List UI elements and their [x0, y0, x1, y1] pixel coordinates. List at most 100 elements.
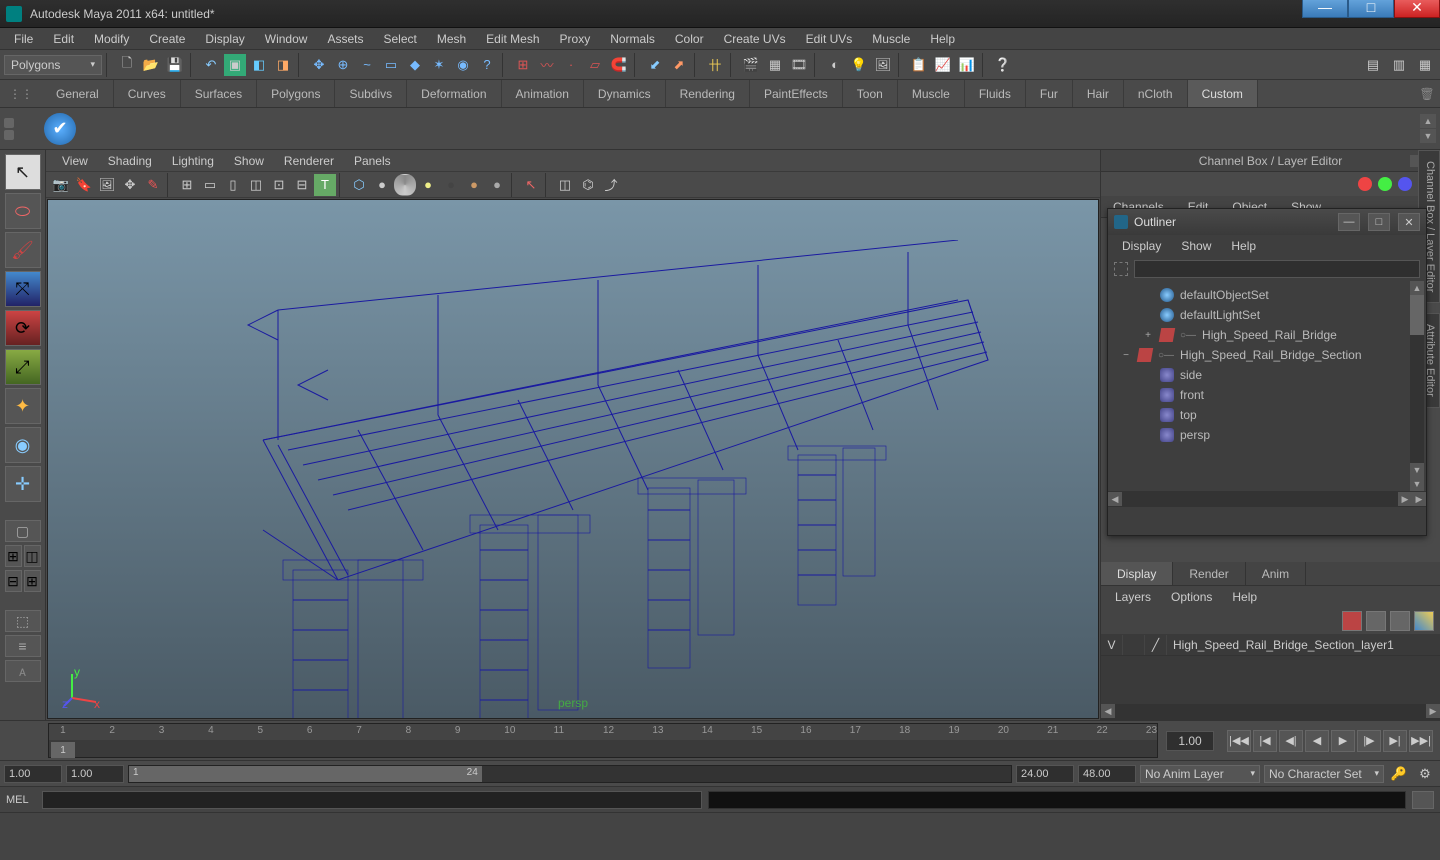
show-attr-editor-icon[interactable]: ▤ — [1362, 54, 1384, 76]
hscroll-left-icon[interactable]: ◀ — [1108, 492, 1122, 506]
snap-point-icon[interactable]: · — [560, 54, 582, 76]
search-filter-icon[interactable] — [1114, 262, 1128, 276]
shelf-tab-toon[interactable]: Toon — [843, 80, 898, 107]
mask-curve-icon[interactable]: ~ — [356, 54, 378, 76]
outliner-min-button[interactable]: — — [1338, 213, 1360, 231]
close-button[interactable]: ✕ — [1394, 0, 1440, 18]
mask-handle-icon[interactable]: ✥ — [308, 54, 330, 76]
outliner-item[interactable]: defaultObjectSet — [1108, 285, 1426, 305]
vp-resolution-gate-icon[interactable]: ▯ — [222, 174, 244, 196]
select-hierarchy-icon[interactable]: ▣ — [224, 54, 246, 76]
vp-select-camera-icon[interactable]: 📷 — [50, 174, 72, 196]
outliner-layout[interactable]: ≡ — [5, 635, 41, 657]
outliner-item[interactable]: persp — [1108, 425, 1426, 445]
outliner-window[interactable]: Outliner — □ ✕ Display Show Help default… — [1107, 208, 1427, 536]
vp-menu-shading[interactable]: Shading — [98, 152, 162, 170]
x-axis-icon[interactable] — [1358, 177, 1372, 191]
y-axis-icon[interactable] — [1378, 177, 1392, 191]
layer-playback-toggle[interactable] — [1123, 635, 1145, 655]
outliner-menu-show[interactable]: Show — [1171, 237, 1221, 255]
shelf-tab-subdivs[interactable]: Subdivs — [335, 80, 407, 107]
auto-key-icon[interactable]: 🔑 — [1388, 763, 1410, 785]
shelf-options[interactable] — [4, 118, 40, 140]
shelf-handle[interactable]: ⋮⋮ — [0, 80, 42, 107]
mask-deform-icon[interactable]: ◆ — [404, 54, 426, 76]
four-pane-layout[interactable]: ⊞ — [5, 545, 22, 567]
construction-history-icon[interactable]: 卄 — [704, 54, 726, 76]
snap-curve-icon[interactable]: 〰 — [536, 54, 558, 76]
menu-help[interactable]: Help — [920, 30, 965, 48]
outputs-icon[interactable]: ⬈ — [668, 54, 690, 76]
vp-shadows-icon[interactable]: ● — [440, 174, 462, 196]
outliner-search-input[interactable] — [1134, 260, 1420, 278]
layer-list[interactable]: V╱High_Speed_Rail_Bridge_Section_layer1 — [1101, 634, 1440, 704]
shelf-tab-muscle[interactable]: Muscle — [898, 80, 965, 107]
menu-file[interactable]: File — [4, 30, 43, 48]
vp-menu-lighting[interactable]: Lighting — [162, 152, 224, 170]
layer-tab-display[interactable]: Display — [1101, 562, 1173, 585]
mask-surface-icon[interactable]: ▭ — [380, 54, 402, 76]
shelf-custom-check-icon[interactable]: ✔ — [44, 113, 76, 145]
menu-select[interactable]: Select — [373, 30, 426, 48]
shelf-tab-polygons[interactable]: Polygons — [257, 80, 335, 107]
create-empty-layer-icon[interactable] — [1390, 611, 1410, 631]
move-layer-up-icon[interactable] — [1342, 611, 1362, 631]
outliner-item[interactable]: +○—High_Speed_Rail_Bridge — [1108, 325, 1426, 345]
render-view-icon[interactable]: 🖼 — [872, 54, 894, 76]
outliner-vscrollbar[interactable]: ▲ ▼ ▼ — [1410, 281, 1424, 491]
layer-menu-options[interactable]: Options — [1161, 588, 1222, 606]
vp-expose-icon[interactable]: ⤴ — [600, 174, 622, 196]
outliner-hscrollbar[interactable]: ◀ ▶ ▶ — [1108, 491, 1426, 507]
two-pane-layout[interactable]: ◫ — [24, 545, 41, 567]
shelf-tab-general[interactable]: General — [42, 80, 114, 107]
menu-display[interactable]: Display — [195, 30, 254, 48]
vp-high-quality-icon[interactable]: ● — [463, 174, 485, 196]
layer-hscroll-left[interactable]: ◀ — [1101, 704, 1115, 718]
single-pane-layout[interactable]: ▢ — [5, 520, 41, 542]
outliner-item[interactable]: front — [1108, 385, 1426, 405]
step-forward-button[interactable]: |▶ — [1357, 730, 1381, 752]
shelf-tab-curves[interactable]: Curves — [114, 80, 181, 107]
play-forward-button[interactable]: ▶ — [1331, 730, 1355, 752]
menu-proxy[interactable]: Proxy — [550, 30, 601, 48]
range-start-outer[interactable] — [4, 765, 62, 783]
ipr-render-icon[interactable]: ▦ — [764, 54, 786, 76]
vp-smooth-shade-icon[interactable]: ● — [371, 174, 393, 196]
range-end-inner[interactable] — [1016, 765, 1074, 783]
range-slider-handle[interactable]: 1 24 — [129, 766, 482, 782]
step-back-button[interactable]: ◀| — [1279, 730, 1303, 752]
vp-grid-icon[interactable]: ⊞ — [176, 174, 198, 196]
shelf-edit-icon[interactable] — [4, 130, 14, 140]
new-scene-icon[interactable]: 🗋 — [116, 54, 138, 76]
vp-xray-joints-icon[interactable]: ⌬ — [577, 174, 599, 196]
select-tool[interactable]: ↖ — [5, 154, 41, 190]
mask-render-icon[interactable]: ◉ — [452, 54, 474, 76]
outliner-menu-help[interactable]: Help — [1221, 237, 1266, 255]
vp-safe-action-icon[interactable]: ⊟ — [291, 174, 313, 196]
script-layout[interactable]: ᴀ — [5, 660, 41, 682]
z-axis-icon[interactable] — [1398, 177, 1412, 191]
vp-safe-title-icon[interactable]: T — [314, 174, 336, 196]
vp-film-gate-icon[interactable]: ▭ — [199, 174, 221, 196]
soft-mod-tool[interactable]: ◉ — [5, 427, 41, 463]
three-left-layout[interactable]: ⊞ — [24, 570, 41, 592]
universal-manip-tool[interactable]: ✦ — [5, 388, 41, 424]
shelf-trash-icon[interactable]: 🗑 — [1414, 87, 1440, 101]
vp-isolate-icon[interactable]: ↖ — [520, 174, 542, 196]
time-slider-handle[interactable] — [0, 721, 46, 760]
outliner-close-button[interactable]: ✕ — [1398, 213, 1420, 231]
hscroll-right-icon[interactable]: ▶ — [1398, 492, 1412, 506]
menu-create[interactable]: Create — [139, 30, 195, 48]
vp-menu-panels[interactable]: Panels — [344, 152, 401, 170]
menu-normals[interactable]: Normals — [600, 30, 665, 48]
layer-tab-anim[interactable]: Anim — [1246, 562, 1306, 585]
undo-icon[interactable]: ↶ — [200, 54, 222, 76]
menu-edit[interactable]: Edit — [43, 30, 84, 48]
vp-bookmark-icon[interactable]: 🔖 — [73, 174, 95, 196]
move-layer-down-icon[interactable] — [1366, 611, 1386, 631]
scroll-down-icon[interactable]: ▼ — [1410, 463, 1424, 477]
vp-xray-icon[interactable]: ◫ — [554, 174, 576, 196]
expand-icon[interactable]: + — [1142, 330, 1154, 341]
shelf-tab-painteffects[interactable]: PaintEffects — [750, 80, 843, 107]
three-top-layout[interactable]: ⊟ — [5, 570, 22, 592]
